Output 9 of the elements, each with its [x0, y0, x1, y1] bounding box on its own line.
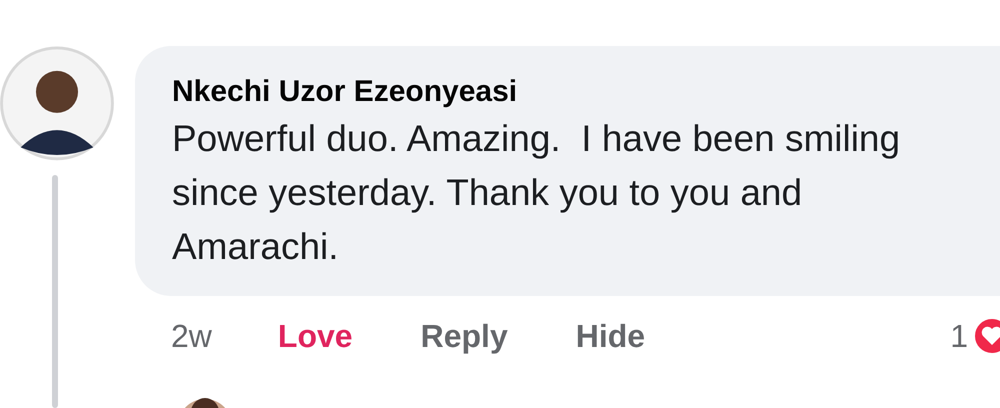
reaction-count[interactable]: 1: [950, 318, 968, 354]
hide-button[interactable]: Hide: [576, 318, 646, 354]
heart-icon[interactable]: [972, 316, 1000, 356]
author-name[interactable]: Nkechi Uzor Ezeonyeasi: [172, 72, 1000, 112]
comment-time[interactable]: 2w: [171, 318, 212, 354]
reply-button[interactable]: Reply: [420, 318, 508, 354]
react-button[interactable]: Love: [278, 318, 353, 354]
comment-text: Powerful duo. Amazing. I have been smiling since yesterday. Thank you to you and Amarachi.: [172, 117, 902, 269]
avatar-icon[interactable]: [0, 46, 116, 161]
